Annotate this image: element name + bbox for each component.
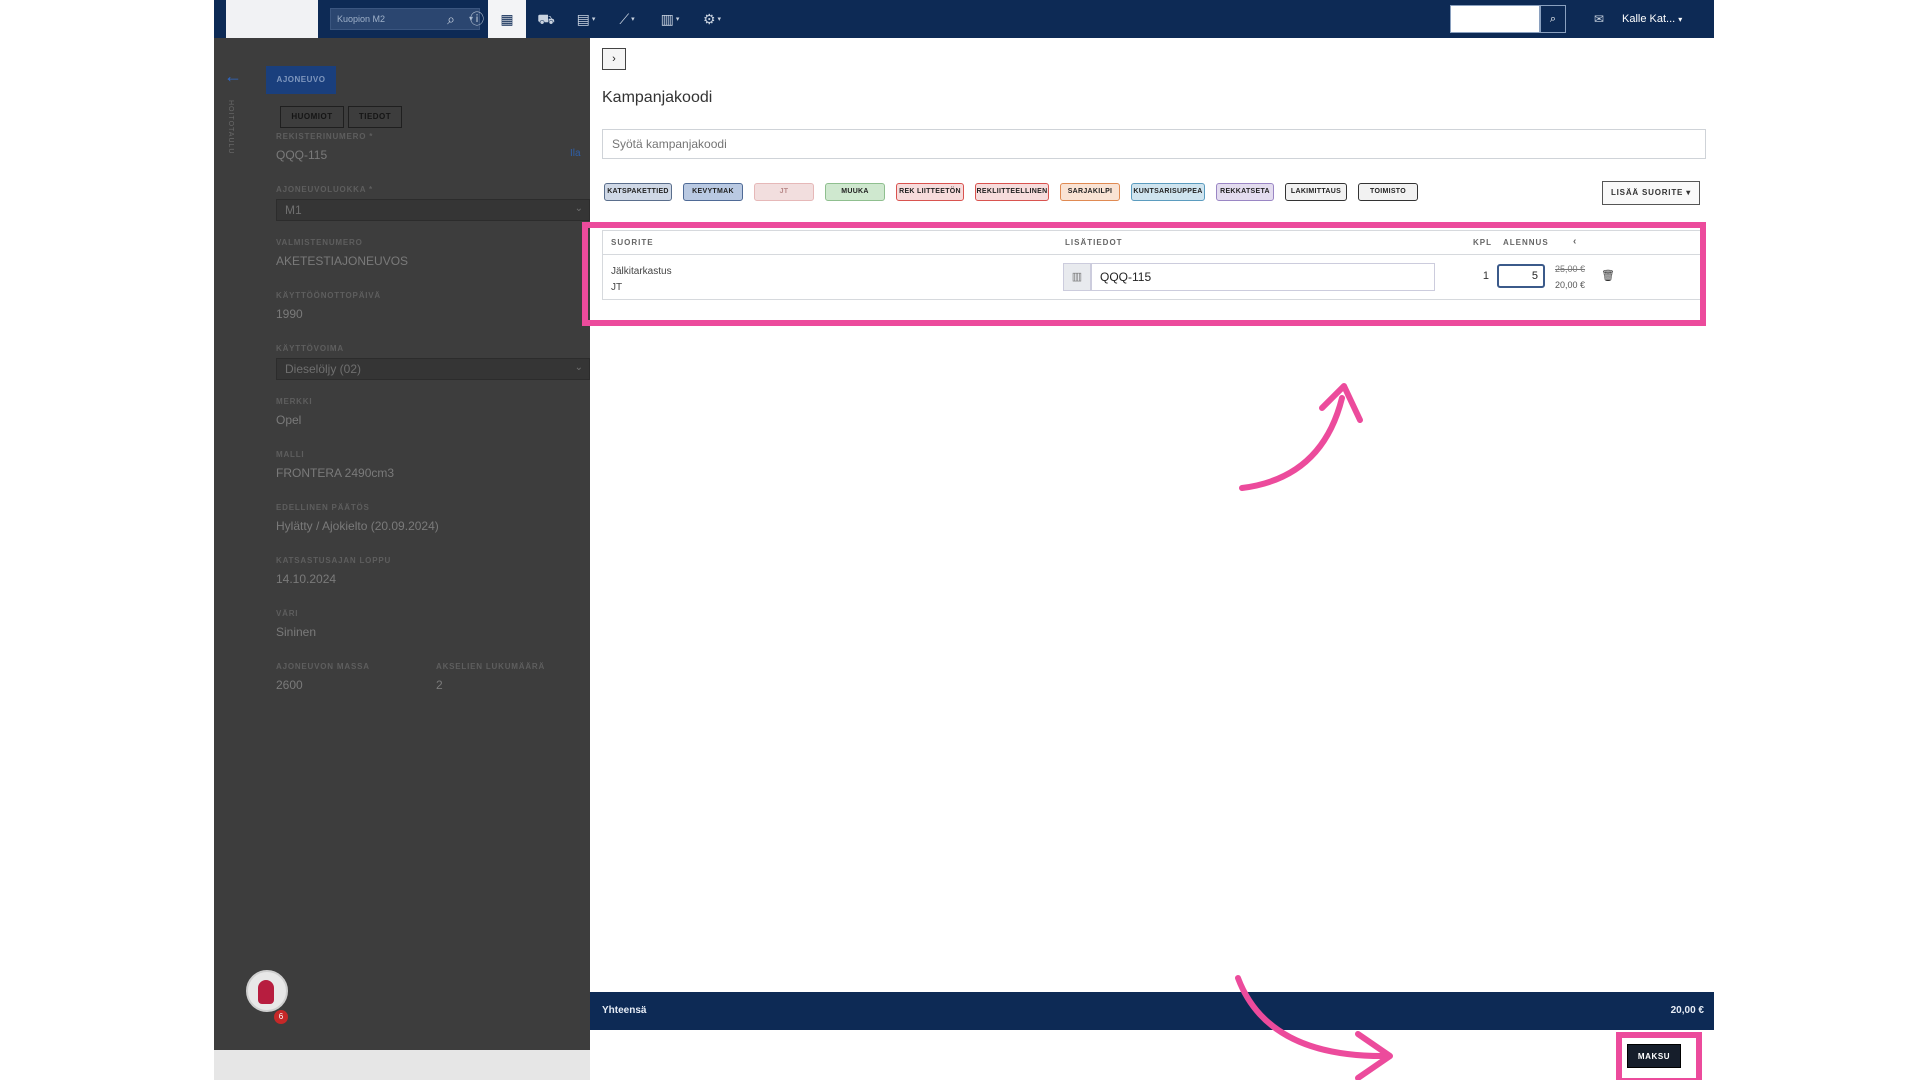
field-label: REKISTERINUMERO * [276,132,374,141]
barcode-icon[interactable]: ▥ [1063,263,1091,291]
services-table: SUORITE LISÄTIEDOT KPL ALENNUS ‹ Jälkita… [602,230,1706,300]
total-bar: Yhteensä 20,00 € [590,992,1714,1030]
field-label: KATSASTUSAJAN LOPPU [276,556,392,565]
field-label: VÄRI [276,609,299,618]
top-navigation-bar: Kuopion M2 ▾ ⌕ ⓘ ▦ ⛟ ▤ ▾ ⟋ ▾ ▥ ▾ ⚙ ▾ ⌕ ✉ Kal… [214,0,1714,38]
logo[interactable] [226,0,318,38]
vertical-label: HOITOTAULU [227,100,234,155]
search-icon: ⌕ [1549,13,1557,25]
collapse-icon[interactable]: ‹ [1573,236,1577,247]
clipboard-icon[interactable]: ▤ ▾ [566,0,606,38]
annotation-arrow-right-icon [1235,975,1393,1080]
back-arrow-icon[interactable]: ← [224,66,242,87]
service-chip[interactable]: TOIMISTO [1358,183,1418,201]
service-code: JT [611,282,623,293]
field-label: VALMISTENUMERO [276,238,363,247]
total-value: 20,00 € [1670,1005,1704,1016]
mail-icon[interactable]: ✉ [1594,0,1604,38]
field-value: 14.10.2024 [276,572,337,586]
fuel-value: Dieselöljy (02) [285,362,362,376]
field-label: MERKKI [276,397,313,406]
header-info: LISÄTIEDOT [1065,238,1123,247]
location-select-value: Kuopion M2 [337,14,386,24]
add-service-button[interactable]: LISÄÄ SUORITE ▾ [1602,181,1700,205]
tab-ajoneuvo[interactable]: AJONEUVO [266,66,336,94]
service-chip[interactable]: REKKATSETA [1216,183,1274,201]
service-chip[interactable]: REKLIITTEELLINEN [975,183,1049,201]
user-name: Kalle Kat... [1622,13,1676,25]
chevron-down-icon: ▾ [1678,15,1683,24]
field-value: Sininen [276,625,317,639]
top-search-input[interactable] [1450,5,1540,33]
header-service: SUORITE [611,238,654,247]
total-label: Yhteensä [602,1005,647,1016]
vehicle-panel: ← HOITOTAULU AJONEUVO HUOMIOT TIEDOT Ila… [214,38,590,1080]
chart-icon[interactable]: ⟋ ▾ [606,0,648,38]
service-chip[interactable]: KATSPAKETTIED [604,183,672,201]
app-window: Kuopion M2 ▾ ⌕ ⓘ ▦ ⛟ ▤ ▾ ⟋ ▾ ▥ ▾ ⚙ ▾ ⌕ ✉ Kal… [214,0,1714,1080]
service-cell: Jälkitarkastus JT [611,264,672,296]
gear-icon[interactable]: ⚙ ▾ [692,0,732,38]
field-label: AKSELIEN LUKUMÄÄRÄ [436,662,546,671]
campaign-code-title: Kampanjakoodi [602,89,713,106]
field-label: KÄYTTÖVOIMA [276,344,344,353]
registration-input[interactable] [1091,263,1435,291]
header-qty: KPL [1473,238,1492,247]
pay-button[interactable]: MAKSU [1627,1044,1681,1068]
document-icon[interactable]: ▥ ▾ [650,0,690,38]
chevron-right-icon: › [612,53,616,65]
field-label: MALLI [276,450,305,459]
avatar[interactable] [246,970,288,1012]
discount-input[interactable] [1497,264,1545,288]
table-row: Jälkitarkastus JT ▥ 1 25,00 € 20,00 € 🗑 [603,255,1705,299]
calendar-icon[interactable]: ▦ [488,0,526,38]
service-chip[interactable]: REK LIITTEETÖN [896,183,964,201]
field-value: 1990 [276,307,303,321]
field-value: Hylätty / Ajokielto (20.09.2024) [276,519,439,533]
chevron-down-icon: ▾ [1686,188,1692,197]
field-label: KÄYTTÖÖNOTTOPÄIVÄ [276,291,382,300]
campaign-code-input[interactable] [602,129,1706,159]
add-service-label: LISÄÄ SUORITE [1610,188,1684,197]
annotation-arrow-up-icon [1239,383,1363,491]
service-chip[interactable]: KEVYTMAK [683,183,743,201]
field-label: EDELLINEN PÄÄTÖS [276,503,370,512]
checkout-panel: › Kampanjakoodi LISÄÄ SUORITE ▾ SUORITE … [582,38,1714,1080]
car-icon[interactable]: ⛟ [526,0,566,38]
vehicle-class-select[interactable]: M1 ⌄ [276,199,590,221]
vehicle-class-value: M1 [285,203,302,217]
top-search-button[interactable]: ⌕ [1540,5,1566,33]
tab-huomiot[interactable]: HUOMIOT [280,106,344,128]
user-menu[interactable]: Kalle Kat... ▾ [1622,0,1682,38]
expand-panel-button[interactable]: › [602,48,626,70]
service-chip[interactable]: SARJAKILPI [1060,183,1120,201]
field-value: 2600 [276,678,303,692]
service-chip[interactable]: LAKIMITTAUS [1285,183,1347,201]
field-value: Opel [276,413,302,427]
notification-badge: 6 [274,1010,288,1024]
chevron-down-icon: ⌄ [574,203,583,214]
field-value: AKETESTIAJONEUVOS [276,254,409,268]
help-link[interactable]: Ila [570,148,581,159]
fuel-select[interactable]: Dieselöljy (02) ⌄ [276,358,590,380]
service-chip[interactable]: KUNTSARISUPPEA [1131,183,1205,201]
table-header: SUORITE LISÄTIEDOT KPL ALENNUS ‹ [603,231,1705,255]
service-chip[interactable]: MUUKA [825,183,885,201]
quantity-value: 1 [1482,270,1489,282]
service-chip[interactable]: JT [754,183,814,201]
field-label: AJONEUVON MASSA [276,662,370,671]
left-panel-footer [214,1050,590,1080]
discounted-price: 20,00 € [1555,280,1586,290]
field-value: 2 [436,678,443,692]
chevron-down-icon: ⌄ [574,362,583,373]
service-name: Jälkitarkastus [611,266,672,277]
avatar-logo-icon [258,980,274,1004]
header-discount: ALENNUS [1503,238,1549,247]
tab-tiedot[interactable]: TIEDOT [348,106,402,128]
trash-icon[interactable]: 🗑 [1601,269,1615,282]
original-price: 25,00 € [1555,264,1586,274]
field-value: FRONTERA 2490cm3 [276,466,395,480]
field-value: QQQ-115 [276,148,328,162]
field-label: AJONEUVOLUOKKA * [276,185,373,194]
